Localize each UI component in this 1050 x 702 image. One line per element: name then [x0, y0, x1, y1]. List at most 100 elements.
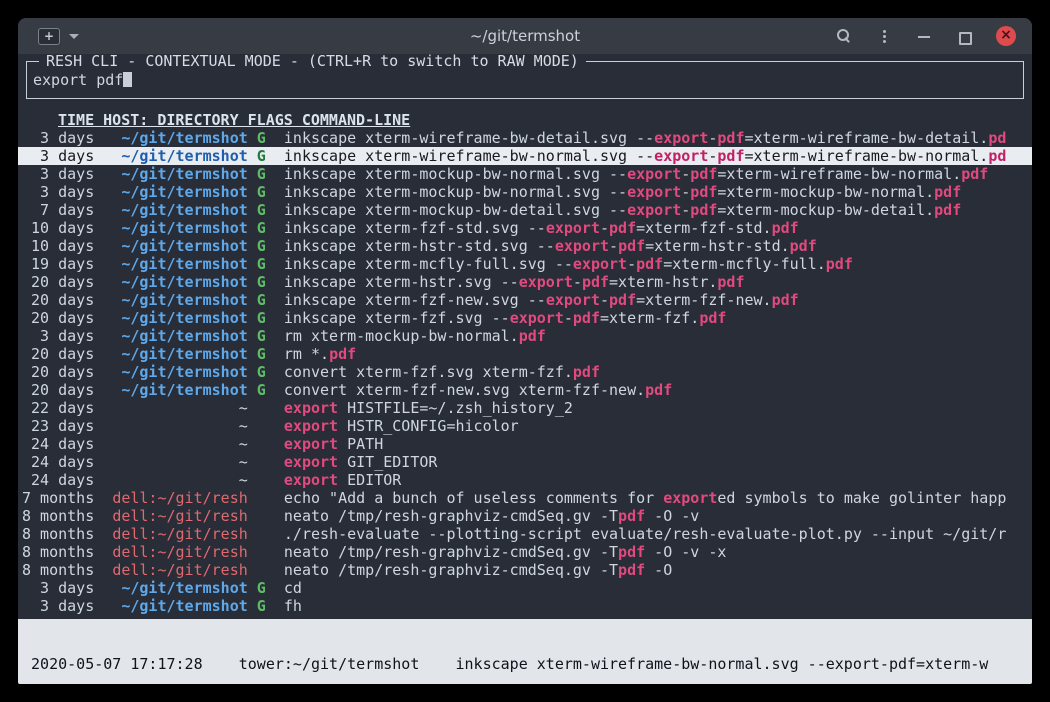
row-time: 3 days	[22, 147, 103, 165]
history-row[interactable]: 8 months dell:~/git/resh neato /tmp/resh…	[18, 561, 1032, 579]
history-row[interactable]: 20 days ~/git/termshot G inkscape xterm-…	[18, 273, 1032, 291]
command-segment: ./resh-evaluate --plotting-script evalua…	[284, 525, 1006, 543]
command-segment: -	[681, 165, 690, 183]
history-row[interactable]: 3 days ~/git/termshot G inkscape xterm-m…	[18, 183, 1032, 201]
row-time: 3 days	[22, 579, 103, 597]
history-row[interactable]: 22 days ~ export HISTFILE=~/.zsh_history…	[18, 399, 1032, 417]
command-segment: echo "Add a bunch of useless comments fo…	[284, 489, 663, 507]
history-row[interactable]: 20 days ~/git/termshot G rm *.pdf	[18, 345, 1032, 363]
command-segment: inkscape xterm-mockup-bw-normal.svg --	[284, 183, 627, 201]
command-segment: export	[510, 309, 564, 327]
command-segment: -	[600, 291, 609, 309]
history-row[interactable]: 3 days ~/git/termshot G inkscape xterm-m…	[18, 165, 1032, 183]
history-row[interactable]: 20 days ~/git/termshot G inkscape xterm-…	[18, 291, 1032, 309]
row-pad	[103, 147, 121, 165]
row-host: dell:	[112, 489, 157, 507]
history-row[interactable]: 3 days ~/git/termshot G inkscape xterm-w…	[18, 147, 1032, 165]
row-directory: ~/git/termshot	[121, 165, 247, 183]
command-segment: -	[609, 237, 618, 255]
search-icon[interactable]	[836, 28, 852, 44]
command-segment: export	[546, 291, 600, 309]
command-segment: PATH	[338, 435, 383, 453]
command-segment: -	[564, 309, 573, 327]
history-row[interactable]: 10 days ~/git/termshot G inkscape xterm-…	[18, 237, 1032, 255]
row-pad	[103, 381, 121, 399]
command-segment: inkscape xterm-hstr.svg --	[284, 273, 519, 291]
history-row[interactable]: 20 days ~/git/termshot G inkscape xterm-…	[18, 309, 1032, 327]
command-segment: export	[284, 435, 338, 453]
minimize-icon[interactable]	[916, 28, 932, 44]
history-row[interactable]: 24 days ~ export GIT_EDITOR	[18, 453, 1032, 471]
row-flags: G	[248, 219, 284, 237]
history-row[interactable]: 3 days ~/git/termshot G rm xterm-mockup-…	[18, 327, 1032, 345]
command-segment: pdf	[790, 237, 817, 255]
row-time: 20 days	[22, 291, 103, 309]
row-time: 20 days	[22, 345, 103, 363]
command-segment: pdf	[618, 561, 645, 579]
search-box[interactable]: RESH CLI - CONTEXTUAL MODE - (CTRL+R to …	[26, 61, 1024, 99]
row-pad	[103, 489, 112, 507]
command-segment: inkscape xterm-mcfly-full.svg --	[284, 255, 573, 273]
row-pad	[103, 471, 238, 489]
command-segment: export	[555, 237, 609, 255]
history-row[interactable]: 10 days ~/git/termshot G inkscape xterm-…	[18, 219, 1032, 237]
command-segment: neato /tmp/resh-graphviz-cmdSeq.gv -T	[284, 507, 618, 525]
history-row[interactable]: 19 days ~/git/termshot G inkscape xterm-…	[18, 255, 1032, 273]
history-row[interactable]: 8 months dell:~/git/resh ./resh-evaluate…	[18, 525, 1032, 543]
command-segment: pdf	[618, 543, 645, 561]
chevron-down-icon[interactable]	[69, 34, 79, 39]
row-flags: G	[248, 327, 284, 345]
history-row[interactable]: 7 days ~/git/termshot G inkscape xterm-m…	[18, 201, 1032, 219]
close-icon[interactable]	[996, 26, 1016, 46]
row-flags: G	[248, 273, 284, 291]
row-host: dell:	[112, 561, 157, 579]
row-pad	[103, 507, 112, 525]
command-segment: pd	[988, 129, 1006, 147]
history-row[interactable]: 8 months dell:~/git/resh neato /tmp/resh…	[18, 543, 1032, 561]
history-row[interactable]: 20 days ~/git/termshot G convert xterm-f…	[18, 363, 1032, 381]
history-row[interactable]: 24 days ~ export PATH	[18, 435, 1032, 453]
new-tab-button[interactable]	[38, 28, 60, 45]
row-flags: G	[248, 165, 284, 183]
row-pad	[103, 309, 121, 327]
command-segment: pdf	[636, 255, 663, 273]
menu-kebab-icon[interactable]	[876, 28, 892, 44]
history-row[interactable]: 7 months dell:~/git/resh echo "Add a bun…	[18, 489, 1032, 507]
row-directory: ~	[239, 453, 248, 471]
history-row[interactable]: 3 days ~/git/termshot G fh	[18, 597, 1032, 615]
command-segment: HISTFILE=~/.zsh_history_2	[338, 399, 573, 417]
history-row[interactable]: 20 days ~/git/termshot G convert xterm-f…	[18, 381, 1032, 399]
row-directory: ~	[239, 417, 248, 435]
history-row[interactable]: 23 days ~ export HSTR_CONFIG=hicolor	[18, 417, 1032, 435]
history-row[interactable]: 8 months dell:~/git/resh neato /tmp/resh…	[18, 507, 1032, 525]
restore-icon[interactable]	[956, 28, 972, 44]
command-segment: =xterm-wireframe-bw-normal.	[744, 147, 988, 165]
search-query-text: export pdf	[33, 71, 123, 89]
row-flags	[248, 489, 284, 507]
window-title: ~/git/termshot	[470, 27, 580, 45]
history-row[interactable]: 3 days ~/git/termshot G inkscape xterm-w…	[18, 129, 1032, 147]
history-row[interactable]: 3 days ~/git/termshot G cd	[18, 579, 1032, 597]
command-segment: pdf	[582, 273, 609, 291]
row-directory: ~/git/termshot	[121, 201, 247, 219]
row-flags: G	[248, 255, 284, 273]
row-time: 7 months	[22, 489, 103, 507]
row-pad	[103, 435, 238, 453]
row-pad	[103, 201, 121, 219]
command-segment: =xterm-mcfly-full.	[663, 255, 826, 273]
command-segment: export	[284, 471, 338, 489]
row-flags: G	[248, 129, 284, 147]
search-input[interactable]: export pdf	[33, 71, 132, 89]
history-row[interactable]: 24 days ~ export EDITOR	[18, 471, 1032, 489]
row-flags: G	[248, 291, 284, 309]
command-segment: neato /tmp/resh-graphviz-cmdSeq.gv -T	[284, 543, 618, 561]
row-time: 3 days	[22, 183, 103, 201]
row-host: dell:	[112, 525, 157, 543]
command-segment: pdf	[699, 309, 726, 327]
command-segment: =xterm-wireframe-bw-detail.	[744, 129, 988, 147]
row-flags	[248, 453, 284, 471]
row-directory: ~	[239, 435, 248, 453]
row-directory: ~/git/termshot	[121, 129, 247, 147]
command-segment: pdf	[329, 345, 356, 363]
command-segment: pdf	[609, 291, 636, 309]
